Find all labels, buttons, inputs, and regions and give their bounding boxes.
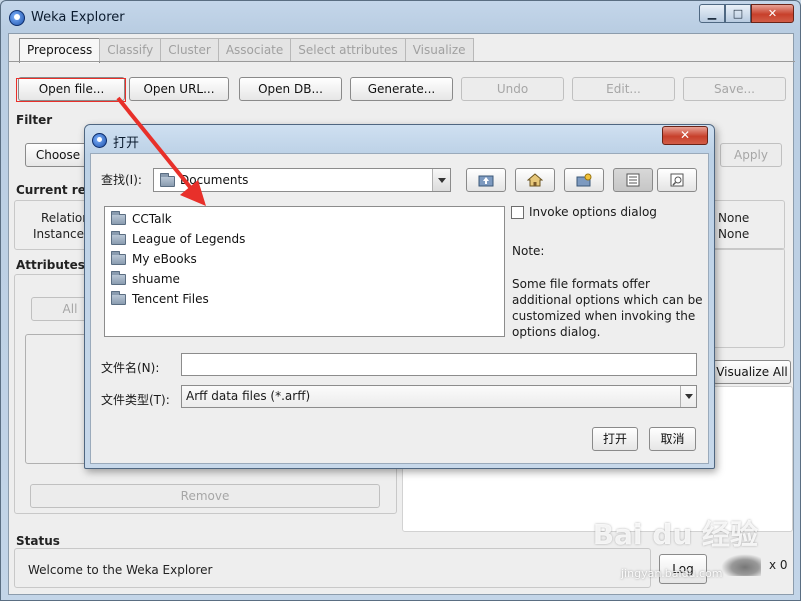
- details-view-button[interactable]: [657, 168, 697, 192]
- invoke-options-label[interactable]: Invoke options dialog: [529, 205, 657, 219]
- choose-button[interactable]: Choose: [25, 143, 91, 167]
- list-item[interactable]: My eBooks: [111, 250, 197, 268]
- new-folder-icon: [576, 173, 592, 187]
- watermark-brand: Bai du 经验: [592, 518, 758, 551]
- look-in-label: 查找(I):: [101, 173, 142, 187]
- cancel-button[interactable]: 取消: [649, 427, 696, 451]
- folder-icon: [111, 290, 126, 305]
- folder-icon: [111, 230, 126, 245]
- dialog-close-button[interactable]: ✕: [662, 126, 708, 145]
- file-list[interactable]: CCTalk League of Legends My eBooks shuam…: [104, 206, 505, 337]
- watermark-url: jingyan.baidu.com: [621, 567, 723, 580]
- tab-associate[interactable]: Associate: [217, 38, 292, 62]
- file-name-label: 文件名(N):: [101, 361, 160, 375]
- tab-preprocess[interactable]: Preprocess: [19, 38, 101, 63]
- edit-button[interactable]: Edit...: [572, 77, 675, 101]
- open-url-button[interactable]: Open URL...: [129, 77, 229, 101]
- tab-bar: Preprocess Classify Cluster Associate Se…: [19, 38, 474, 63]
- folder-icon: [111, 270, 126, 285]
- file-item-label: League of Legends: [132, 232, 246, 246]
- dialog-weka-icon: [92, 133, 107, 148]
- weka-logo-icon: [9, 10, 25, 26]
- folder-icon: [111, 210, 126, 225]
- undo-button[interactable]: Undo: [461, 77, 564, 101]
- chevron-down-icon: [680, 386, 696, 407]
- window-title: Weka Explorer: [31, 10, 125, 25]
- home-button[interactable]: [515, 168, 555, 192]
- file-type-label: 文件类型(T):: [101, 393, 170, 407]
- status-x-count: x 0: [769, 558, 788, 572]
- minimize-button[interactable]: ▁: [699, 4, 725, 23]
- filter-label: Filter: [16, 113, 53, 127]
- file-item-label: CCTalk: [132, 212, 172, 226]
- tab-divider: [9, 61, 795, 62]
- tab-cluster[interactable]: Cluster: [160, 38, 219, 62]
- list-item[interactable]: Tencent Files: [111, 290, 209, 308]
- note-body: Some file formats offer additional optio…: [512, 277, 703, 339]
- file-type-value: Arff data files (*.arff): [186, 389, 311, 403]
- weka-bird-icon: [721, 554, 761, 576]
- generate-button[interactable]: Generate...: [350, 77, 453, 101]
- open-button[interactable]: 打开: [592, 427, 638, 451]
- annotation-highlight-box: [16, 78, 126, 102]
- remove-button[interactable]: Remove: [30, 484, 380, 508]
- new-folder-button[interactable]: [564, 168, 604, 192]
- relation-label: Relation: [41, 211, 90, 225]
- relation-value: None: [718, 211, 750, 225]
- home-icon: [526, 173, 544, 187]
- up-one-level-button[interactable]: [466, 168, 506, 192]
- list-item[interactable]: League of Legends: [111, 230, 245, 248]
- file-type-select[interactable]: Arff data files (*.arff): [181, 385, 697, 408]
- list-view-icon: [625, 173, 641, 187]
- file-name-input[interactable]: [181, 353, 697, 376]
- folder-icon: [111, 250, 126, 265]
- instances-value: None: [718, 227, 750, 241]
- maximize-icon: □: [732, 7, 744, 20]
- tab-classify[interactable]: Classify: [99, 38, 162, 62]
- instances-label: Instances: [33, 227, 91, 241]
- dialog-body: 查找(I): Documents CCTalk League of Legend…: [90, 153, 709, 464]
- list-item[interactable]: CCTalk: [111, 210, 172, 228]
- tab-select-attributes[interactable]: Select attributes: [290, 38, 406, 62]
- minimize-icon: ▁: [707, 7, 717, 20]
- file-item-label: Tencent Files: [132, 292, 209, 306]
- apply-button[interactable]: Apply: [720, 143, 782, 167]
- open-file-dialog: 打开 ✕ 查找(I): Documents CCTalk League of L…: [84, 124, 715, 469]
- title-bar: Weka Explorer ▁ □ ✕: [1, 1, 800, 33]
- status-text: Welcome to the Weka Explorer: [28, 563, 213, 577]
- details-view-icon: [669, 173, 685, 187]
- file-item-label: My eBooks: [132, 252, 197, 266]
- list-item[interactable]: shuame: [111, 270, 180, 288]
- note-title: Note:: [512, 244, 545, 258]
- file-item-label: shuame: [132, 272, 180, 286]
- up-folder-icon: [478, 173, 494, 187]
- save-button[interactable]: Save...: [683, 77, 786, 101]
- status-label: Status: [16, 534, 60, 548]
- accessory-panel: Invoke options dialog Note: Some file fo…: [511, 205, 703, 339]
- window-controls: ▁ □ ✕: [699, 4, 794, 23]
- dialog-title: 打开: [113, 136, 140, 151]
- attributes-label: Attributes: [16, 258, 85, 272]
- visualize-all-button[interactable]: Visualize All: [713, 360, 791, 384]
- close-button[interactable]: ✕: [751, 4, 794, 23]
- list-view-button[interactable]: [613, 168, 653, 192]
- maximize-button[interactable]: □: [725, 4, 751, 23]
- tab-visualize[interactable]: Visualize: [404, 38, 474, 62]
- folder-icon: [160, 173, 175, 187]
- chevron-down-icon: [432, 169, 450, 191]
- look-in-value: Documents: [180, 173, 249, 187]
- open-db-button[interactable]: Open DB...: [239, 77, 342, 101]
- invoke-options-checkbox[interactable]: [511, 206, 524, 219]
- close-icon: ✕: [767, 7, 778, 20]
- look-in-combo[interactable]: Documents: [153, 168, 451, 192]
- close-icon: ✕: [679, 128, 691, 142]
